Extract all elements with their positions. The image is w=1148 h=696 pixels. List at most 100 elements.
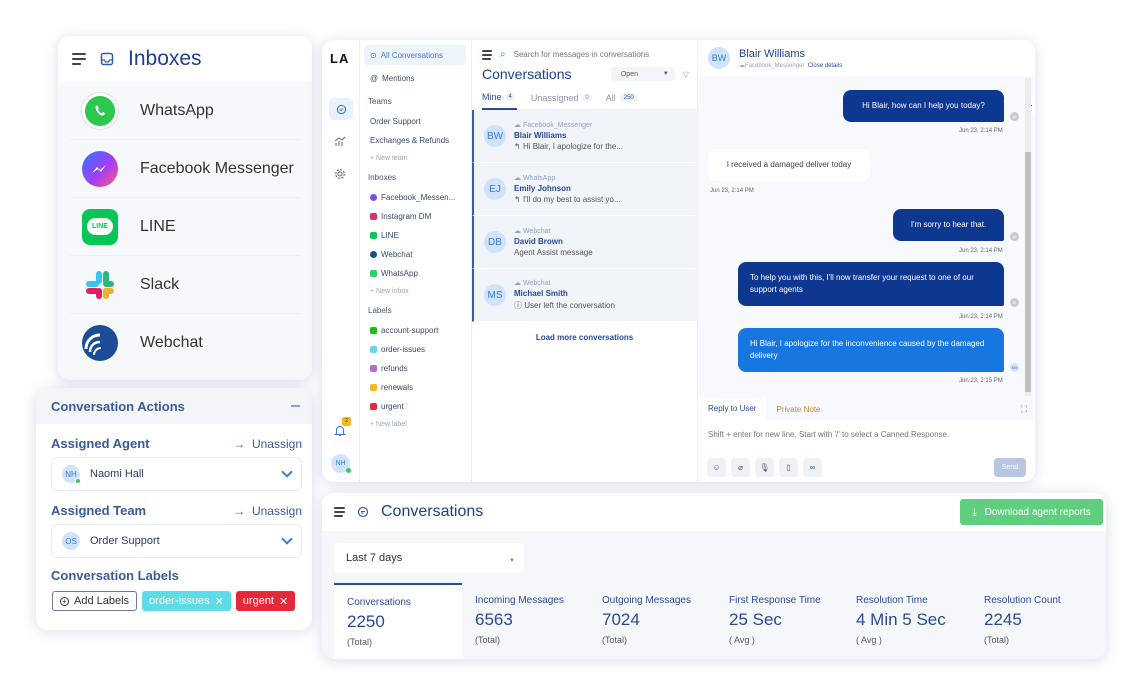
add-labels-button[interactable]: + Add Labels: [52, 591, 138, 611]
emoji-icon[interactable]: ☺: [707, 458, 726, 477]
chat-icon: [357, 506, 369, 518]
team-select[interactable]: OS Order Support: [51, 524, 302, 558]
inbox-item-messenger[interactable]: Facebook Messenger: [70, 140, 300, 198]
avatar-initials: EJ: [489, 183, 501, 195]
tab-unassigned[interactable]: Unassigned 0: [531, 93, 592, 103]
download-agent-reports-button[interactable]: ⤓ Download agent reports: [960, 499, 1103, 525]
search-input[interactable]: [513, 50, 694, 59]
stat-tab-outgoing-messages[interactable]: Outgoing Messages 7024 (Total): [589, 583, 717, 659]
nav-inbox-line[interactable]: LINE: [360, 226, 471, 245]
cloud-icon: ☁: [514, 228, 523, 235]
whatsapp-icon: [82, 92, 118, 129]
notifications-bell-icon[interactable]: 2: [334, 417, 351, 442]
inbox-icon: [100, 52, 114, 66]
new-inbox-button[interactable]: + New inbox: [360, 283, 471, 299]
conversation-item[interactable]: EJ ☁ WhatsApp Emily Johnson ↰ I'll do my…: [472, 163, 697, 216]
assigned-team-label: Assigned Team: [51, 503, 147, 518]
inbox-item-line[interactable]: LINE LINE: [70, 198, 300, 256]
actions-title: Conversation Actions: [51, 398, 185, 414]
tab-all[interactable]: All 250: [606, 93, 638, 103]
conversations-nav-icon[interactable]: [329, 98, 353, 120]
stat-label: Resolution Time: [856, 595, 928, 606]
message-input[interactable]: [708, 430, 1023, 439]
source-text: Webchat: [522, 228, 551, 235]
tab-count: 250: [619, 93, 638, 102]
status-filter-select[interactable]: Open ▼: [610, 67, 675, 81]
nav-label-order-issues[interactable]: order-issues: [360, 340, 471, 359]
load-more-button[interactable]: Load more conversations: [472, 333, 697, 342]
stat-tab-incoming-messages[interactable]: Incoming Messages 6563 (Total): [462, 583, 590, 659]
inbox-item-slack[interactable]: Slack: [70, 256, 300, 314]
search-bar: ⌕: [472, 40, 697, 62]
nav-all-conversations[interactable]: ⊙ All Conversations: [364, 45, 466, 65]
filter-icon[interactable]: ▽: [683, 70, 689, 79]
new-label-button[interactable]: + New label: [360, 416, 471, 432]
stat-tab-conversations[interactable]: Conversations 2250 (Total): [334, 583, 462, 659]
reply-composer: Reply to User Private Note ⛶ ☺ ⌀ 🎙︎ ▯ ∞ …: [698, 398, 1035, 482]
plus-circle-icon: +: [60, 596, 69, 606]
tab-private-note[interactable]: Private Note: [766, 405, 820, 414]
message-bubble-outgoing: I'm sorry to hear that.: [893, 209, 1004, 241]
tab-label: Unassigned: [530, 92, 579, 103]
conversation-item[interactable]: MS ☁ Webchat Michael Smith ⓘ User left t…: [472, 269, 697, 322]
nav-inbox-instagram[interactable]: Instagram DM: [360, 207, 471, 226]
chat-panel: BW Blair Williams ☁Facebook_Messenger Cl…: [698, 40, 1035, 482]
chat-header: BW Blair Williams ☁Facebook_Messenger Cl…: [698, 40, 1035, 76]
conversation-item[interactable]: BW ☁ Facebook_Messenger Blair Williams ↰…: [472, 110, 697, 163]
tab-mine[interactable]: Mine 4: [482, 86, 517, 110]
caret-down-icon: ▼: [509, 558, 515, 564]
labels-list: + Add Labels order-issues ✕ urgent ✕: [52, 591, 312, 611]
actions-header[interactable]: Conversation Actions: [36, 388, 312, 424]
scrollbar-thumb[interactable]: [1025, 152, 1031, 392]
settings-gear-icon[interactable]: [334, 167, 346, 185]
inbox-item-whatsapp[interactable]: WhatsApp: [70, 82, 300, 140]
nav-mentions[interactable]: @ Mentions: [360, 69, 471, 88]
user-avatar[interactable]: NH: [331, 454, 351, 473]
tab-label: Mine: [482, 91, 502, 102]
chat-scrollbar[interactable]: [1025, 78, 1031, 396]
stat-tab-first-response-time[interactable]: First Response Time 25 Sec ( Avg ): [716, 583, 844, 659]
list-header: Conversations Open ▼ ▽: [472, 62, 697, 86]
unassign-agent-button[interactable]: → Unassign: [233, 437, 302, 451]
nav-label-refunds[interactable]: refunds: [360, 359, 471, 378]
status-filter-value: Open: [620, 70, 638, 78]
close-details-link[interactable]: Close details: [808, 63, 842, 69]
menu-icon[interactable]: [482, 49, 492, 60]
new-team-button[interactable]: + New team: [360, 150, 471, 166]
avatar-initials: OS: [65, 536, 77, 546]
stat-tab-resolution-time[interactable]: Resolution Time 4 Min 5 Sec ( Avg ): [843, 583, 971, 659]
nav-team-order-support[interactable]: Order Support: [360, 112, 471, 131]
nav-label-account-support[interactable]: account-support: [360, 321, 471, 340]
unassign-team-button[interactable]: → Unassign: [233, 504, 302, 518]
menu-icon[interactable]: [72, 53, 86, 65]
date-range-select[interactable]: Last 7 days ▼: [334, 543, 524, 573]
nav-inbox-webchat[interactable]: Webchat: [360, 245, 471, 264]
link-icon[interactable]: ∞: [803, 458, 822, 477]
attachment-icon[interactable]: ⌀: [731, 458, 750, 477]
avatar: MS: [484, 284, 506, 306]
microphone-icon[interactable]: 🎙︎: [755, 458, 774, 477]
nav-label-renewals[interactable]: renewals: [360, 378, 471, 397]
avatar-initials: BW: [711, 53, 727, 63]
reports-nav-icon[interactable]: [334, 134, 346, 152]
download-label: Download agent reports: [984, 506, 1091, 518]
conversation-item[interactable]: DB ☁ Webchat David Brown Agent Assist me…: [472, 216, 697, 269]
nav-inbox-whatsapp[interactable]: WhatsApp: [360, 264, 471, 283]
collapse-icon[interactable]: [291, 405, 300, 407]
stat-tab-resolution-count[interactable]: Resolution Count 2245 (Total): [971, 583, 1099, 659]
document-icon[interactable]: ▯: [779, 458, 798, 477]
agent-select[interactable]: NH Naomi Hall: [51, 457, 302, 491]
tab-reply-to-user[interactable]: Reply to User: [698, 398, 767, 420]
message-timestamp: Jun 23, 2:14 PM: [959, 314, 1003, 320]
nav-team-exchanges-refunds[interactable]: Exchanges & Refunds: [360, 131, 471, 150]
send-button[interactable]: Send: [994, 458, 1026, 477]
menu-icon[interactable]: [334, 507, 345, 517]
nav-label-urgent[interactable]: urgent: [360, 397, 471, 416]
close-icon[interactable]: ✕: [215, 595, 224, 608]
nav-inbox-facebook[interactable]: Facebook_Messen...: [360, 188, 471, 207]
stat-value: 4 Min 5 Sec: [856, 610, 946, 629]
expand-editor-icon[interactable]: ⛶: [1021, 404, 1027, 415]
close-icon[interactable]: ✕: [279, 595, 288, 608]
inbox-item-webchat[interactable]: Webchat: [70, 314, 300, 372]
stat-value: 2245: [984, 610, 1022, 629]
